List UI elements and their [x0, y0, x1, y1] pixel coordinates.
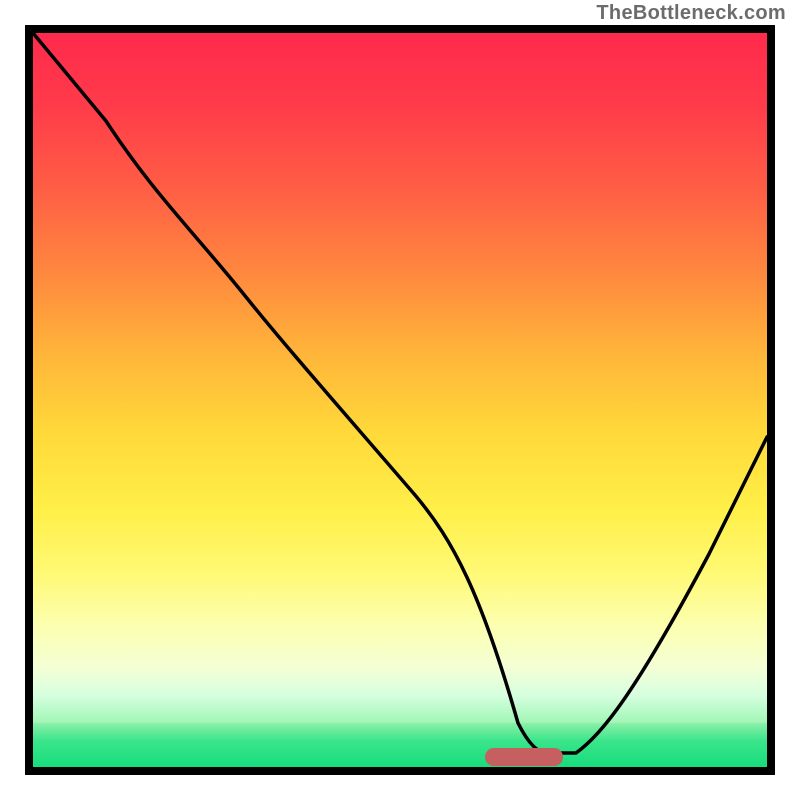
attribution-label: TheBottleneck.com [596, 2, 786, 25]
optimum-marker [485, 748, 563, 766]
plot-area [25, 25, 775, 775]
bottleneck-curve [33, 33, 767, 767]
chart-stage: TheBottleneck.com [0, 0, 800, 800]
